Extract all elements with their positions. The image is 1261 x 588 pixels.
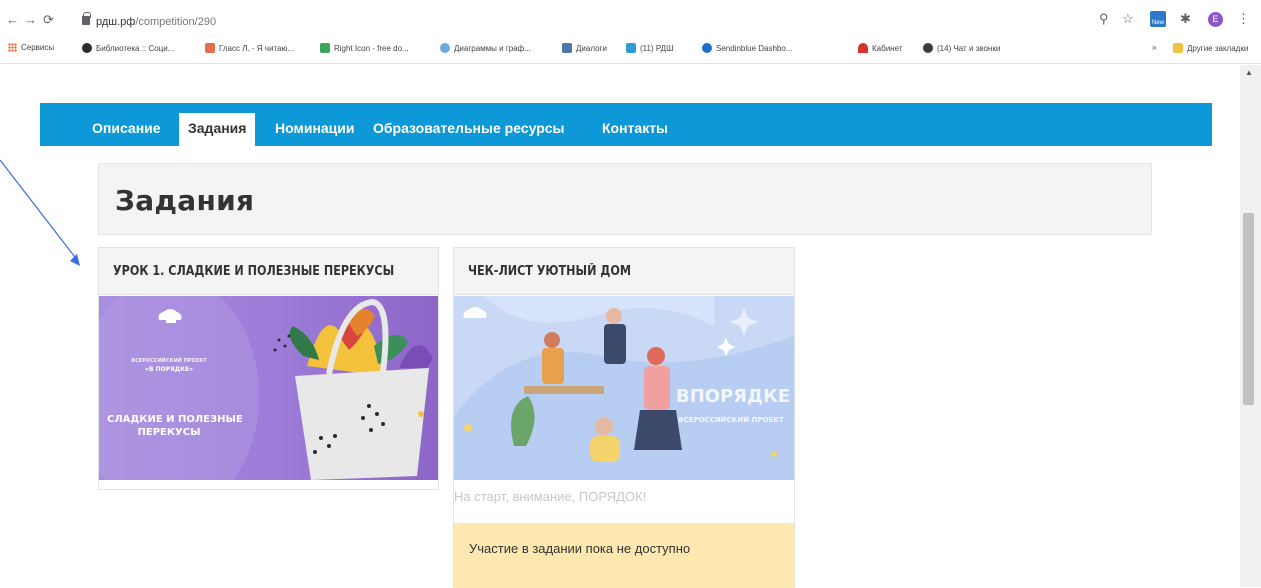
annotation-arrow-line (0, 159, 79, 262)
annotation-arrow (0, 159, 80, 266)
annotation-arrowhead (70, 254, 80, 266)
